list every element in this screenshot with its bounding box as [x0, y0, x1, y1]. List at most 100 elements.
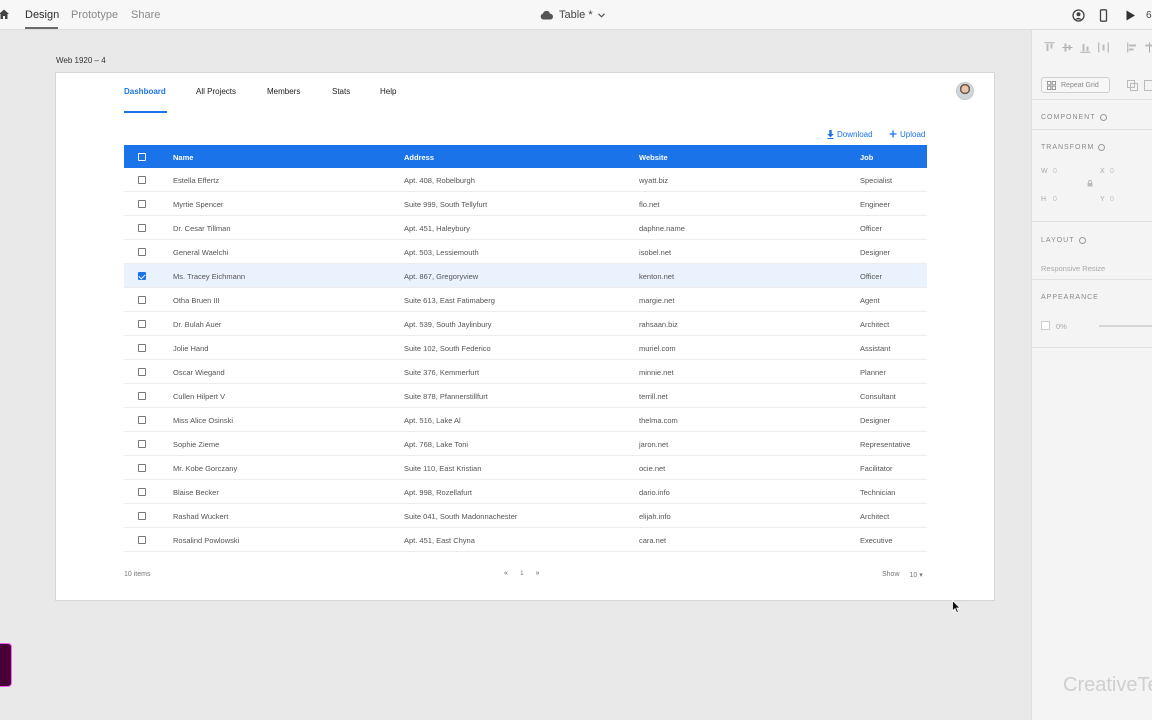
artboard[interactable]: Dashboard All Projects Members Stats Hel… [55, 72, 995, 601]
cell-job: Architect [860, 320, 890, 329]
table-row[interactable]: Dr. Cesar Tillman Apt. 451, Haleybury daph… [124, 216, 927, 240]
table-row[interactable]: Mr. Kobe Gorczany Suite 110, East Kristia… [124, 456, 927, 480]
row-checkbox[interactable] [138, 224, 146, 232]
row-checkbox[interactable] [138, 368, 146, 376]
cell-name: Estella Effertz [173, 176, 220, 185]
cell-address: Apt. 998, Rozellafurt [404, 488, 472, 497]
table-row[interactable]: Blaise Becker Apt. 998, Rozellafurt dario.… [124, 480, 927, 504]
cell-address: Apt. 867, Gregoryview [404, 272, 479, 281]
table-row[interactable]: Myrtie Spencer Suite 999, South Tellyfurt… [124, 192, 927, 216]
mouse-cursor-icon [952, 600, 961, 614]
table-row[interactable]: Estella Effertz Apt. 408, Robelburgh wyatt… [124, 168, 927, 192]
table-row[interactable]: Cullen Hilpert V Suite 878, Pfannerstillf… [124, 384, 927, 408]
cell-job: Assistant [860, 344, 891, 353]
table-row[interactable]: General Waelchi Apt. 503, Lessiemouth isob… [124, 240, 927, 264]
table-row[interactable]: Oscar Wiegand Suite 376, Kemmerfurt minnie… [124, 360, 927, 384]
cell-name: General Waelchi [173, 248, 229, 257]
table-row[interactable]: Rosalind Powlowski Apt. 451, East Chyna ca… [124, 528, 927, 552]
x-field[interactable]: 0 [1110, 168, 1114, 175]
info-icon[interactable] [1078, 237, 1086, 244]
play-icon[interactable] [1124, 9, 1137, 22]
row-checkbox[interactable] [138, 248, 146, 256]
row-checkbox[interactable] [138, 488, 146, 496]
nav-help[interactable]: Help [380, 87, 396, 96]
table-row[interactable]: Ms. Tracey Eichmann Apt. 867, Gregoryview… [124, 264, 927, 288]
table-row[interactable]: Miss Alice Osinski Apt. 516, Lake Al thelm… [124, 408, 927, 432]
row-checkbox[interactable] [138, 176, 146, 184]
cell-job: Architect [860, 512, 890, 521]
table-row[interactable]: Otha Bruen III Suite 613, East Fatimaberg… [124, 288, 927, 312]
row-checkbox[interactable] [138, 416, 146, 424]
cell-job: Executive [860, 536, 893, 545]
previous-page-icon[interactable]: « [502, 570, 510, 577]
cell-name: Myrtie Spencer [173, 200, 224, 209]
current-page[interactable]: 1 [520, 570, 524, 577]
column-header-address[interactable]: Address [404, 153, 434, 162]
row-checkbox[interactable] [138, 536, 146, 544]
responsive-resize-toggle[interactable]: Responsive Resize [1041, 264, 1105, 273]
cell-website: jaron.net [639, 440, 669, 449]
plus-icon [889, 130, 897, 138]
appearance-title: APPEARANCE [1041, 294, 1099, 301]
row-checkbox[interactable] [138, 344, 146, 352]
lock-icon[interactable] [1087, 180, 1093, 187]
page-size-selector: Show 10 ▾ [882, 571, 923, 579]
download-button[interactable]: Download [827, 129, 873, 139]
cell-address: Suite 041, South Madonnachester [404, 512, 518, 521]
y-field[interactable]: 0 [1110, 196, 1114, 203]
upload-button[interactable]: Upload [889, 129, 925, 139]
table-body: Estella Effertz Apt. 408, Robelburgh wyatt… [124, 168, 927, 552]
opacity-slider[interactable] [1099, 325, 1152, 327]
tab-share[interactable]: Share [131, 9, 160, 21]
cell-address: Apt. 768, Lake Toni [404, 440, 469, 449]
repeat-grid-button[interactable]: Repeat Grid [1041, 77, 1110, 93]
nav-dashboard[interactable]: Dashboard [124, 87, 166, 96]
nav-members[interactable]: Members [267, 87, 300, 96]
info-icon[interactable] [1098, 144, 1106, 151]
row-checkbox[interactable] [138, 320, 146, 328]
cell-job: Officer [860, 224, 882, 233]
next-page-icon[interactable]: » [534, 570, 542, 577]
row-checkbox[interactable] [138, 392, 146, 400]
cell-name: Rashad Wuckert [173, 512, 229, 521]
download-label: Download [837, 129, 873, 139]
select-all-checkbox[interactable] [138, 153, 146, 161]
width-field[interactable]: 0 [1053, 168, 1057, 175]
y-label: Y [1100, 196, 1105, 203]
toolbar-trailing-text: 6 [1146, 10, 1152, 21]
user-icon[interactable] [1072, 9, 1085, 22]
opacity-swatch[interactable] [1041, 321, 1050, 330]
mobile-preview-icon[interactable] [1097, 9, 1110, 22]
paste-icon[interactable] [1144, 80, 1152, 91]
nav-all-projects[interactable]: All Projects [196, 87, 236, 96]
info-icon[interactable] [1099, 114, 1107, 121]
tab-prototype[interactable]: Prototype [71, 9, 118, 21]
height-field[interactable]: 0 [1053, 196, 1057, 203]
table-row[interactable]: Dr. Bulah Auer Apt. 539, South Jaylinbury… [124, 312, 927, 336]
artboard-label[interactable]: Web 1920 – 4 [56, 56, 106, 65]
transform-label: TRANSFORM [1041, 144, 1095, 151]
column-header-job[interactable]: Job [860, 153, 873, 162]
home-icon[interactable] [0, 8, 10, 20]
nav-stats[interactable]: Stats [332, 87, 350, 96]
table-row[interactable]: Sophie Zieme Apt. 768, Lake Toni jaron.net… [124, 432, 927, 456]
cell-name: Mr. Kobe Gorczany [173, 464, 238, 473]
avatar[interactable] [956, 82, 974, 100]
page-size-dropdown[interactable]: 10 ▾ [910, 571, 923, 579]
cell-website: dario.info [639, 488, 670, 497]
table-row[interactable]: Jolie Hand Suite 102, South Federico murie… [124, 336, 927, 360]
column-header-name[interactable]: Name [173, 153, 193, 162]
appearance-label: APPEARANCE [1041, 294, 1099, 301]
row-checkbox[interactable] [138, 296, 146, 304]
row-checkbox[interactable] [138, 512, 146, 520]
row-checkbox[interactable] [138, 440, 146, 448]
copy-icon[interactable] [1127, 80, 1138, 91]
row-checkbox[interactable] [138, 464, 146, 472]
row-checkbox[interactable] [138, 272, 146, 280]
row-checkbox[interactable] [138, 200, 146, 208]
opacity-value[interactable]: 0% [1056, 322, 1067, 331]
table-row[interactable]: Rashad Wuckert Suite 041, South Madonnach… [124, 504, 927, 528]
tab-design[interactable]: Design [25, 9, 59, 21]
column-header-website[interactable]: Website [639, 153, 668, 162]
document-title[interactable]: Table * [540, 8, 605, 22]
